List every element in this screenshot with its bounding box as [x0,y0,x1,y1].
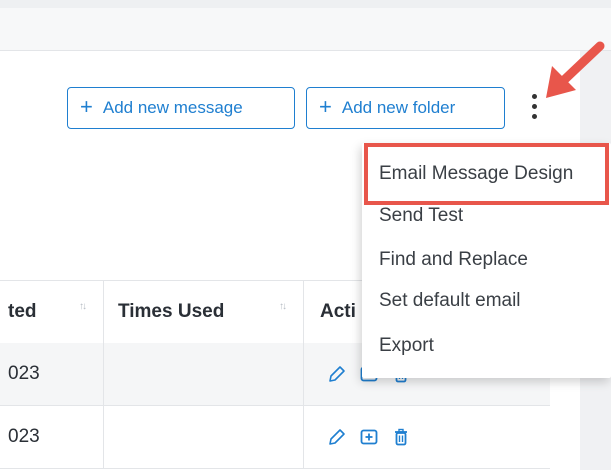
plus-icon: + [319,94,332,119]
column-header-label: ted [8,301,37,322]
kebab-dot [531,103,537,109]
column-header-times-used[interactable]: Times Used ↑↓ [104,281,304,343]
add-new-folder-button[interactable]: + Add new folder [306,87,505,129]
menu-item-send-test[interactable]: Send Test [362,196,611,236]
page: + Add new message + Add new folder ted ↑… [0,0,611,470]
top-bar [0,0,611,51]
menu-item-set-default-email[interactable]: Set default email [362,281,611,321]
menu-item-find-and-replace[interactable]: Find and Replace [362,240,611,280]
kebab-dot [531,113,537,119]
pencil-icon[interactable] [326,363,348,385]
menu-item-email-message-design[interactable]: Email Message Design [362,154,611,194]
add-new-message-label: Add new message [102,98,243,117]
more-options-menu: Email Message Design Send Test Find and … [362,143,611,378]
plus-icon: + [80,94,93,119]
table-row: 023 [0,406,550,469]
add-square-icon[interactable] [358,426,380,448]
column-header-date[interactable]: ted ↑↓ [0,281,104,343]
menu-item-export[interactable]: Export [362,326,611,366]
add-new-message-button[interactable]: + Add new message [67,87,295,129]
times-used-cell [104,406,304,468]
column-header-label: Acti [320,301,356,322]
column-header-label: Times Used [118,301,225,322]
kebab-dot [531,93,537,99]
trash-icon[interactable] [390,426,412,448]
top-bar-strip [0,0,611,8]
pointer-arrow-icon [546,41,605,98]
times-used-cell [104,343,304,405]
sort-icon[interactable]: ↑↓ [279,301,287,312]
add-new-folder-label: Add new folder [341,98,456,117]
pencil-icon[interactable] [326,426,348,448]
sort-icon[interactable]: ↑↓ [79,301,87,312]
actions-cell [304,406,550,468]
date-cell: 023 [0,343,104,405]
date-cell: 023 [0,406,104,468]
